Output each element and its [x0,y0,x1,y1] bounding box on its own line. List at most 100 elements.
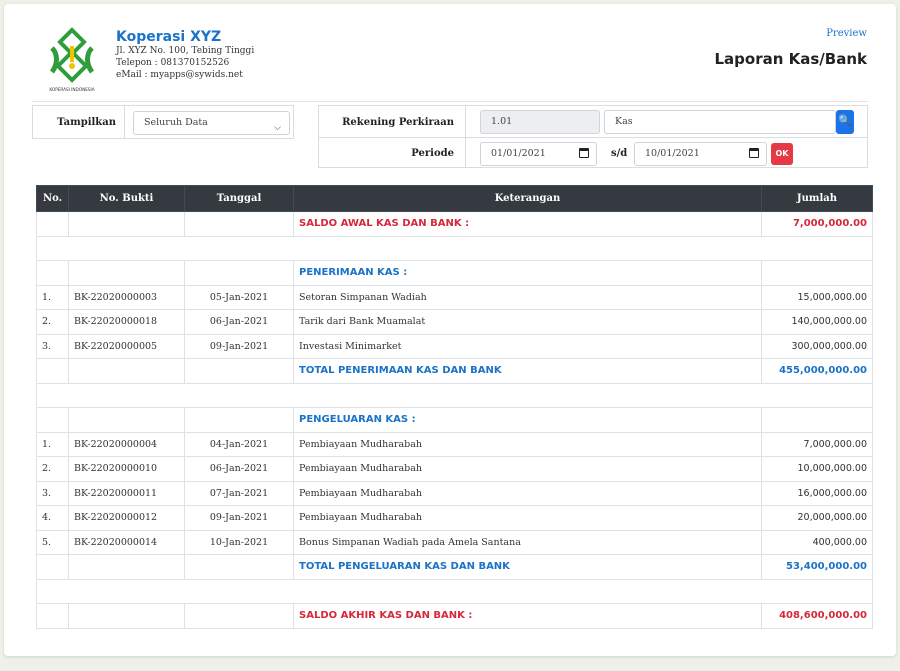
row-no: 5. [36,529,69,555]
pengeluaran-total-amount: 53,400,000.00 [761,554,873,580]
col-header-keterangan: Keterangan [293,185,762,212]
row-tanggal: 05-Jan-2021 [184,284,294,310]
calendar-icon [749,148,759,158]
row-jumlah: 400,000.00 [761,529,873,555]
logo-caption: KOPERASI INDONESIA [49,87,94,92]
date-to-input[interactable]: 10/01/2021 [634,142,767,166]
company-address: Jl. XYZ No. 100, Tebing Tinggi [116,46,255,56]
rekening-filter-box: Rekening Perkiraan 1.01 Kas 🔍 Periode 01… [318,105,868,168]
penerimaan-total-amount: 455,000,000.00 [761,358,873,384]
row-bukti: BK-22020000011 [68,480,185,506]
row-no: 4. [36,505,69,531]
company-email: eMail : myapps@sywids.net [116,70,243,80]
pengeluaran-title-row: PENGELUARAN KAS : [36,407,873,433]
date-from-input[interactable]: 01/01/2021 [480,142,597,166]
spacer-row [36,382,873,408]
search-rekening-button[interactable]: 🔍 [836,110,854,134]
row-tanggal: 06-Jan-2021 [184,309,294,335]
penerimaan-total-label: TOTAL PENERIMAAN KAS DAN BANK [293,358,762,384]
row-bukti: BK-22020000003 [68,284,185,310]
row-keterangan: Pembiayaan Mudharabah [293,431,762,457]
rekening-label: Rekening Perkiraan [342,117,454,128]
row-keterangan: Setoran Simpanan Wadiah [293,284,762,310]
koperasi-logo-icon: KOPERASI INDONESIA [49,27,95,92]
row-no: 1. [36,284,69,310]
pengeluaran-title: PENGELUARAN KAS : [293,407,762,433]
chevron-down-icon: ⌵ [274,123,281,133]
row-bukti: BK-22020000014 [68,529,185,555]
tampilkan-select-value: Seluruh Data [144,117,208,128]
tampilkan-filter-box: Tampilkan Seluruh Data ⌵ [32,105,294,139]
saldo-akhir-row: SALDO AKHIR KAS DAN BANK : 408,600,000.0… [36,603,873,629]
row-jumlah: 10,000,000.00 [761,456,873,482]
sd-label: s/d [611,148,628,159]
spacer-row [36,235,873,261]
row-no: 2. [36,309,69,335]
row-no: 3. [36,480,69,506]
company-phone: Telepon : 081370152526 [116,58,230,68]
row-keterangan: Tarik dari Bank Muamalat [293,309,762,335]
calendar-icon [579,148,589,158]
table-row: 2. BK-22020000018 06-Jan-2021 Tarik dari… [36,309,873,335]
date-to-value: 10/01/2021 [645,148,700,159]
row-jumlah: 140,000,000.00 [761,309,873,335]
penerimaan-title: PENERIMAAN KAS : [293,260,762,286]
report-table: No. No. Bukti Tanggal Keterangan Jumlah … [36,185,873,629]
tampilkan-select[interactable]: Seluruh Data ⌵ [133,111,290,135]
col-header-bukti: No. Bukti [68,185,185,212]
row-bukti: BK-22020000018 [68,309,185,335]
filter-divider [465,106,466,167]
ok-button[interactable]: OK [771,143,793,165]
date-from-value: 01/01/2021 [491,148,546,159]
page-title: Laporan Kas/Bank [714,50,867,68]
table-row: 1. BK-22020000003 05-Jan-2021 Setoran Si… [36,284,873,310]
table-row: 3. BK-22020000011 07-Jan-2021 Pembiayaan… [36,480,873,506]
table-header-row: No. No. Bukti Tanggal Keterangan Jumlah [36,185,873,212]
pengeluaran-total-row: TOTAL PENGELUARAN KAS DAN BANK 53,400,00… [36,554,873,580]
row-tanggal: 09-Jan-2021 [184,505,294,531]
saldo-awal-row: SALDO AWAL KAS DAN BANK : 7,000,000.00 [36,211,873,237]
pengeluaran-total-label: TOTAL PENGELUARAN KAS DAN BANK [293,554,762,580]
row-keterangan: Investasi Minimarket [293,333,762,359]
col-header-tanggal: Tanggal [184,185,294,212]
row-keterangan: Pembiayaan Mudharabah [293,505,762,531]
penerimaan-total-row: TOTAL PENERIMAAN KAS DAN BANK 455,000,00… [36,358,873,384]
company-name: Koperasi XYZ [116,29,222,45]
row-no: 1. [36,431,69,457]
row-keterangan: Pembiayaan Mudharabah [293,456,762,482]
row-bukti: BK-22020000004 [68,431,185,457]
search-icon: 🔍 [838,114,852,127]
row-tanggal: 09-Jan-2021 [184,333,294,359]
header-divider [32,101,868,102]
saldo-akhir-amount: 408,600,000.00 [761,603,873,629]
row-tanggal: 06-Jan-2021 [184,456,294,482]
row-keterangan: Pembiayaan Mudharabah [293,480,762,506]
saldo-akhir-label: SALDO AKHIR KAS DAN BANK : [293,603,762,629]
table-row: 2. BK-22020000010 06-Jan-2021 Pembiayaan… [36,456,873,482]
filter-row-divider [319,137,867,138]
saldo-awal-amount: 7,000,000.00 [761,211,873,237]
row-tanggal: 04-Jan-2021 [184,431,294,457]
tampilkan-label: Tampilkan [57,117,116,128]
preview-link[interactable]: Preview [826,28,867,39]
row-jumlah: 300,000,000.00 [761,333,873,359]
row-jumlah: 20,000,000.00 [761,505,873,531]
col-header-jumlah: Jumlah [761,185,873,212]
filter-divider [124,106,125,138]
col-header-no: No. [36,185,69,212]
row-bukti: BK-22020000012 [68,505,185,531]
row-jumlah: 15,000,000.00 [761,284,873,310]
row-bukti: BK-22020000005 [68,333,185,359]
table-row: 4. BK-22020000012 09-Jan-2021 Pembiayaan… [36,505,873,531]
company-info: Koperasi XYZ Jl. XYZ No. 100, Tebing Tin… [116,29,254,81]
periode-label: Periode [411,148,454,159]
row-bukti: BK-22020000010 [68,456,185,482]
table-row: 3. BK-22020000005 09-Jan-2021 Investasi … [36,333,873,359]
row-no: 2. [36,456,69,482]
row-keterangan: Bonus Simpanan Wadiah pada Amela Santana [293,529,762,555]
row-jumlah: 7,000,000.00 [761,431,873,457]
rekening-name-field[interactable]: Kas [604,110,836,134]
table-row: 5. BK-22020000014 10-Jan-2021 Bonus Simp… [36,529,873,555]
row-tanggal: 10-Jan-2021 [184,529,294,555]
report-card: KOPERASI INDONESIA Koperasi XYZ Jl. XYZ … [4,4,896,656]
